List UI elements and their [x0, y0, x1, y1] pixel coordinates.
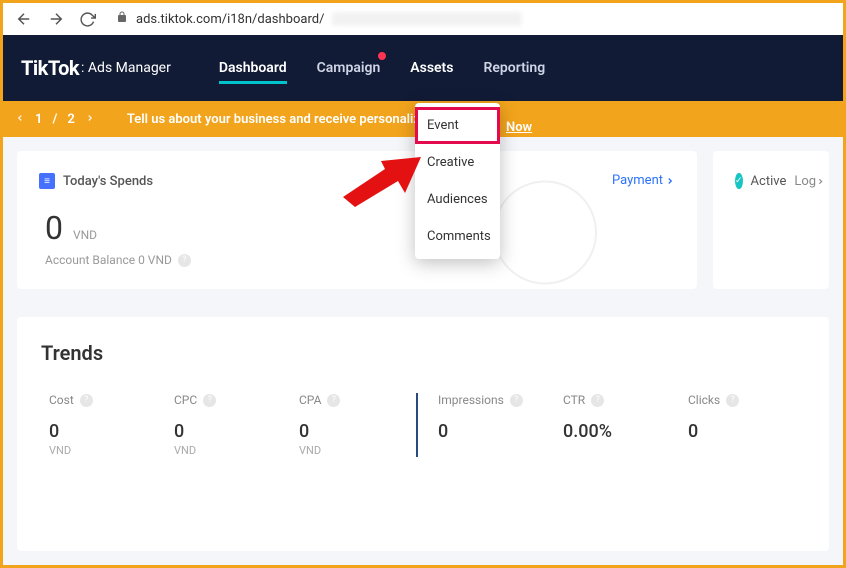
top-navigation: TikTok : Ads Manager Dashboard Campaign … — [3, 35, 843, 101]
status-label: Active — [751, 174, 787, 189]
help-icon[interactable]: ? — [591, 394, 604, 407]
nav-campaign[interactable]: Campaign — [317, 38, 381, 98]
trend-col-clicks[interactable]: Clicks? 0 — [680, 393, 805, 457]
lock-icon — [116, 11, 128, 27]
promo-cta-link-fragment[interactable]: Now — [506, 120, 532, 135]
trend-label: Cost — [49, 393, 74, 407]
trend-col-cpa[interactable]: CPA? 0 VND — [291, 393, 416, 457]
active-status-icon: ✓ — [735, 173, 743, 189]
trend-unit: VND — [299, 444, 408, 457]
promo-next-icon[interactable] — [85, 112, 95, 127]
nav-links: Dashboard Campaign Assets Reporting — [219, 38, 545, 98]
help-icon[interactable]: ? — [327, 394, 340, 407]
trend-value: 0.00% — [563, 421, 672, 442]
trend-col-cost[interactable]: Cost? 0 VND — [41, 393, 166, 457]
browser-back-button[interactable] — [15, 10, 33, 28]
balance-label: Account Balance 0 VND — [45, 253, 172, 267]
trend-value: 0 — [299, 421, 408, 442]
url-blurred-segment — [332, 12, 522, 26]
browser-reload-button[interactable] — [79, 11, 96, 28]
log-link[interactable]: Log — [794, 174, 825, 189]
status-card: ✓ Active Log — [713, 151, 829, 289]
assets-dropdown-menu: Event Creative Audiences Comments — [415, 103, 500, 259]
spends-icon: ≡ — [39, 173, 55, 189]
trend-col-cpc[interactable]: CPC? 0 VND — [166, 393, 291, 457]
chevron-right-icon — [665, 176, 675, 186]
trend-unit: VND — [49, 444, 158, 457]
trend-value: 0 — [438, 421, 547, 442]
promo-message: Tell us about your business and receive … — [127, 112, 427, 127]
help-icon[interactable]: ? — [510, 394, 523, 407]
trend-label: Clicks — [688, 393, 720, 407]
trend-label: CPA — [299, 393, 321, 407]
trend-label: Impressions — [438, 393, 504, 407]
menu-item-audiences[interactable]: Audiences — [415, 181, 500, 218]
chart-placeholder-circle — [493, 180, 597, 284]
logo-brand: TikTok — [21, 56, 79, 80]
browser-forward-button[interactable] — [47, 10, 65, 28]
chevron-right-icon — [816, 177, 825, 186]
tiktok-logo: TikTok : Ads Manager — [21, 56, 171, 80]
spends-title: Today's Spends — [63, 174, 153, 189]
nav-assets[interactable]: Assets — [410, 38, 453, 98]
menu-item-event[interactable]: Event — [415, 107, 500, 144]
help-icon[interactable]: ? — [178, 254, 191, 267]
menu-item-creative[interactable]: Creative — [415, 144, 500, 181]
help-icon[interactable]: ? — [726, 394, 739, 407]
promo-counter-slash: / — [52, 112, 57, 127]
payment-link[interactable]: Payment — [612, 173, 675, 188]
trend-value: 0 — [688, 421, 797, 442]
spends-card: ≡ Today's Spends Payment 0 VND Account B… — [17, 151, 697, 289]
browser-chrome-bar: ads.tiktok.com/i18n/dashboard/ — [3, 3, 843, 35]
menu-item-comments[interactable]: Comments — [415, 218, 500, 255]
trend-value: 0 — [174, 421, 283, 442]
spend-unit: VND — [73, 228, 97, 242]
trends-title: Trends — [41, 341, 805, 365]
nav-reporting[interactable]: Reporting — [483, 38, 545, 98]
logo-suffix: : Ads Manager — [81, 60, 171, 76]
trend-label: CPC — [174, 393, 197, 407]
promo-counter-total: 2 — [67, 112, 74, 127]
help-icon[interactable]: ? — [203, 394, 216, 407]
trend-unit: VND — [174, 444, 283, 457]
promo-counter-current: 1 — [35, 112, 42, 127]
trends-card: Trends Cost? 0 VND CPC? 0 VND CPA? 0 VND… — [17, 317, 829, 551]
trend-label: CTR — [563, 393, 585, 407]
promo-prev-icon[interactable] — [15, 112, 25, 127]
trend-value: 0 — [49, 421, 158, 442]
browser-url-bar[interactable]: ads.tiktok.com/i18n/dashboard/ — [110, 11, 831, 27]
spend-value: 0 — [45, 209, 63, 247]
trend-col-ctr[interactable]: CTR? 0.00% — [555, 393, 680, 457]
trends-grid: Cost? 0 VND CPC? 0 VND CPA? 0 VND Impres… — [41, 393, 805, 457]
url-text: ads.tiktok.com/i18n/dashboard/ — [136, 12, 324, 27]
trend-col-impressions[interactable]: Impressions? 0 — [416, 393, 555, 457]
help-icon[interactable]: ? — [80, 394, 93, 407]
nav-dashboard[interactable]: Dashboard — [219, 38, 287, 98]
